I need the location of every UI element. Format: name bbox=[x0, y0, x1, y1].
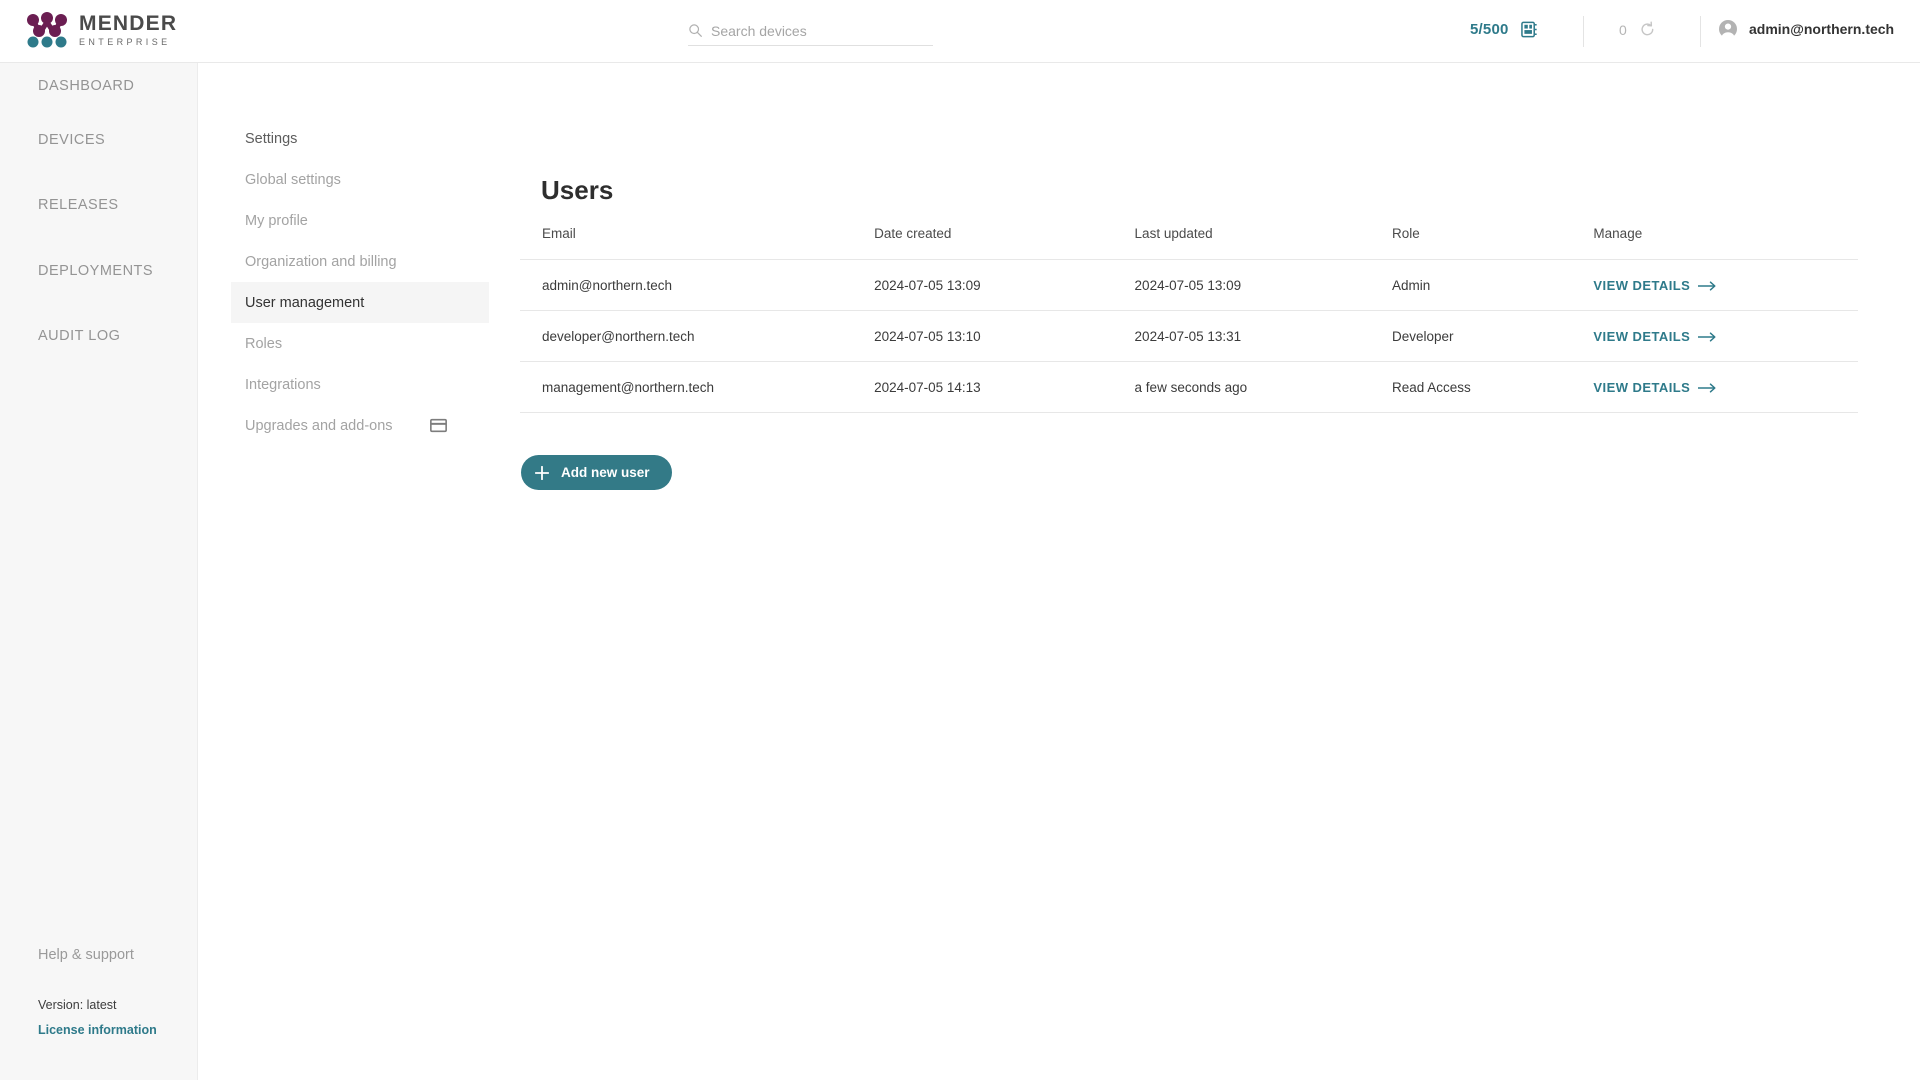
view-details-label: VIEW DETAILS bbox=[1593, 380, 1691, 395]
cell-date-created: 2024-07-05 13:10 bbox=[874, 310, 1135, 362]
cell-manage: VIEW DETAILS bbox=[1593, 310, 1858, 362]
sidebar-item-audit-log[interactable]: AUDIT LOG bbox=[38, 328, 120, 344]
history-refresh-icon bbox=[1641, 21, 1654, 36]
arrow-right-icon bbox=[1698, 280, 1716, 291]
subnav-heading-settings: Settings bbox=[231, 118, 489, 159]
credit-card-icon bbox=[430, 418, 447, 433]
add-new-user-button[interactable]: Add new user bbox=[521, 455, 672, 490]
license-information-link[interactable]: License information bbox=[38, 1023, 157, 1037]
brand-logo[interactable]: MENDER ENTERPRISE bbox=[26, 11, 177, 48]
view-details-label: VIEW DETAILS bbox=[1593, 329, 1691, 344]
main-content: Users Email Date created Last updated Ro… bbox=[489, 118, 1920, 1080]
view-details-link[interactable]: VIEW DETAILS bbox=[1593, 380, 1717, 395]
cell-last-updated: a few seconds ago bbox=[1134, 361, 1392, 413]
version-label: Version: latest bbox=[38, 998, 117, 1012]
subnav-item-organization-billing[interactable]: Organization and billing bbox=[231, 241, 489, 282]
sidebar-item-devices[interactable]: DEVICES bbox=[38, 132, 105, 148]
page-title: Users bbox=[541, 175, 614, 205]
main-sidebar: DASHBOARD DEVICES RELEASES DEPLOYMENTS A… bbox=[0, 63, 198, 1080]
subnav-label: Roles bbox=[245, 335, 283, 352]
table-row[interactable]: management@northern.tech 2024-07-05 14:1… bbox=[520, 361, 1858, 413]
subnav-label: Settings bbox=[245, 130, 298, 147]
cell-date-created: 2024-07-05 14:13 bbox=[874, 361, 1135, 413]
account-menu[interactable]: admin@northern.tech bbox=[1718, 19, 1894, 39]
subnav-label: Global settings bbox=[245, 171, 341, 188]
cell-manage: VIEW DETAILS bbox=[1593, 259, 1858, 311]
column-header-role: Role bbox=[1391, 226, 1594, 260]
sidebar-item-deployments[interactable]: DEPLOYMENTS bbox=[38, 263, 153, 279]
view-details-label: VIEW DETAILS bbox=[1593, 278, 1691, 293]
account-email: admin@northern.tech bbox=[1749, 21, 1895, 37]
sidebar-item-dashboard[interactable]: DASHBOARD bbox=[38, 78, 134, 94]
cell-last-updated: 2024-07-05 13:31 bbox=[1134, 310, 1392, 362]
table-row[interactable]: admin@northern.tech 2024-07-05 13:09 202… bbox=[520, 259, 1858, 311]
brand-text: MENDER ENTERPRISE bbox=[79, 13, 177, 47]
subnav-item-my-profile[interactable]: My profile bbox=[231, 200, 489, 241]
search-box[interactable] bbox=[688, 16, 933, 46]
cell-role: Read Access bbox=[1391, 361, 1594, 413]
subnav-item-upgrades-addons[interactable]: Upgrades and add-ons bbox=[231, 405, 489, 446]
account-circle-icon bbox=[1719, 20, 1737, 39]
pending-count-value: 0 bbox=[1619, 21, 1627, 38]
top-bar: MENDER ENTERPRISE 5/500 0 bbox=[0, 0, 1920, 63]
table-row[interactable]: developer@northern.tech 2024-07-05 13:10… bbox=[520, 310, 1858, 362]
column-header-email: Email bbox=[520, 226, 875, 260]
table-header-row: Email Date created Last updated Role Man… bbox=[520, 226, 1858, 260]
subnav-item-roles[interactable]: Roles bbox=[231, 323, 489, 364]
users-table: Email Date created Last updated Role Man… bbox=[520, 226, 1858, 413]
cell-email: developer@northern.tech bbox=[520, 310, 875, 362]
cell-manage: VIEW DETAILS bbox=[1593, 361, 1858, 413]
cell-date-created: 2024-07-05 13:09 bbox=[874, 259, 1135, 311]
view-details-link[interactable]: VIEW DETAILS bbox=[1593, 329, 1717, 344]
brand-name: MENDER bbox=[79, 11, 178, 35]
search-input[interactable] bbox=[711, 22, 921, 39]
subnav-item-integrations[interactable]: Integrations bbox=[231, 364, 489, 405]
cell-email: management@northern.tech bbox=[520, 361, 875, 413]
device-count-indicator[interactable]: 5/500 bbox=[1470, 21, 1538, 38]
column-header-manage: Manage bbox=[1593, 226, 1858, 260]
users-table-body: admin@northern.tech 2024-07-05 13:09 202… bbox=[520, 259, 1858, 413]
subnav-label: Integrations bbox=[245, 376, 321, 393]
device-chip-icon bbox=[1520, 21, 1537, 38]
arrow-right-icon bbox=[1698, 331, 1716, 342]
column-header-last-updated: Last updated bbox=[1134, 226, 1392, 260]
mender-logo-icon bbox=[27, 12, 67, 48]
header-divider-1 bbox=[1583, 16, 1584, 47]
settings-subnav: Settings Global settings My profile Orga… bbox=[231, 118, 489, 446]
plus-icon bbox=[535, 465, 549, 480]
cell-role: Admin bbox=[1391, 259, 1594, 311]
column-header-date-created: Date created bbox=[874, 226, 1135, 260]
search-icon bbox=[689, 24, 702, 37]
subnav-label: User management bbox=[245, 294, 365, 311]
header-divider-2 bbox=[1700, 16, 1701, 47]
arrow-right-icon bbox=[1698, 382, 1716, 393]
cell-last-updated: 2024-07-05 13:09 bbox=[1134, 259, 1392, 311]
subnav-label: Organization and billing bbox=[245, 253, 397, 270]
add-new-user-label: Add new user bbox=[561, 465, 650, 480]
device-count-value: 5/500 bbox=[1470, 21, 1509, 38]
users-table-head: Email Date created Last updated Role Man… bbox=[520, 226, 1858, 260]
brand-edition: ENTERPRISE bbox=[79, 36, 171, 47]
pending-count-indicator[interactable]: 0 bbox=[1619, 21, 1656, 38]
cell-role: Developer bbox=[1391, 310, 1594, 362]
sidebar-item-releases[interactable]: RELEASES bbox=[38, 197, 119, 213]
help-and-support-link[interactable]: Help & support bbox=[38, 947, 134, 963]
subnav-label: My profile bbox=[245, 212, 308, 229]
subnav-item-global-settings[interactable]: Global settings bbox=[231, 159, 489, 200]
subnav-label: Upgrades and add-ons bbox=[245, 417, 393, 434]
subnav-item-user-management[interactable]: User management bbox=[231, 282, 489, 323]
view-details-link[interactable]: VIEW DETAILS bbox=[1593, 278, 1717, 293]
cell-email: admin@northern.tech bbox=[520, 259, 875, 311]
